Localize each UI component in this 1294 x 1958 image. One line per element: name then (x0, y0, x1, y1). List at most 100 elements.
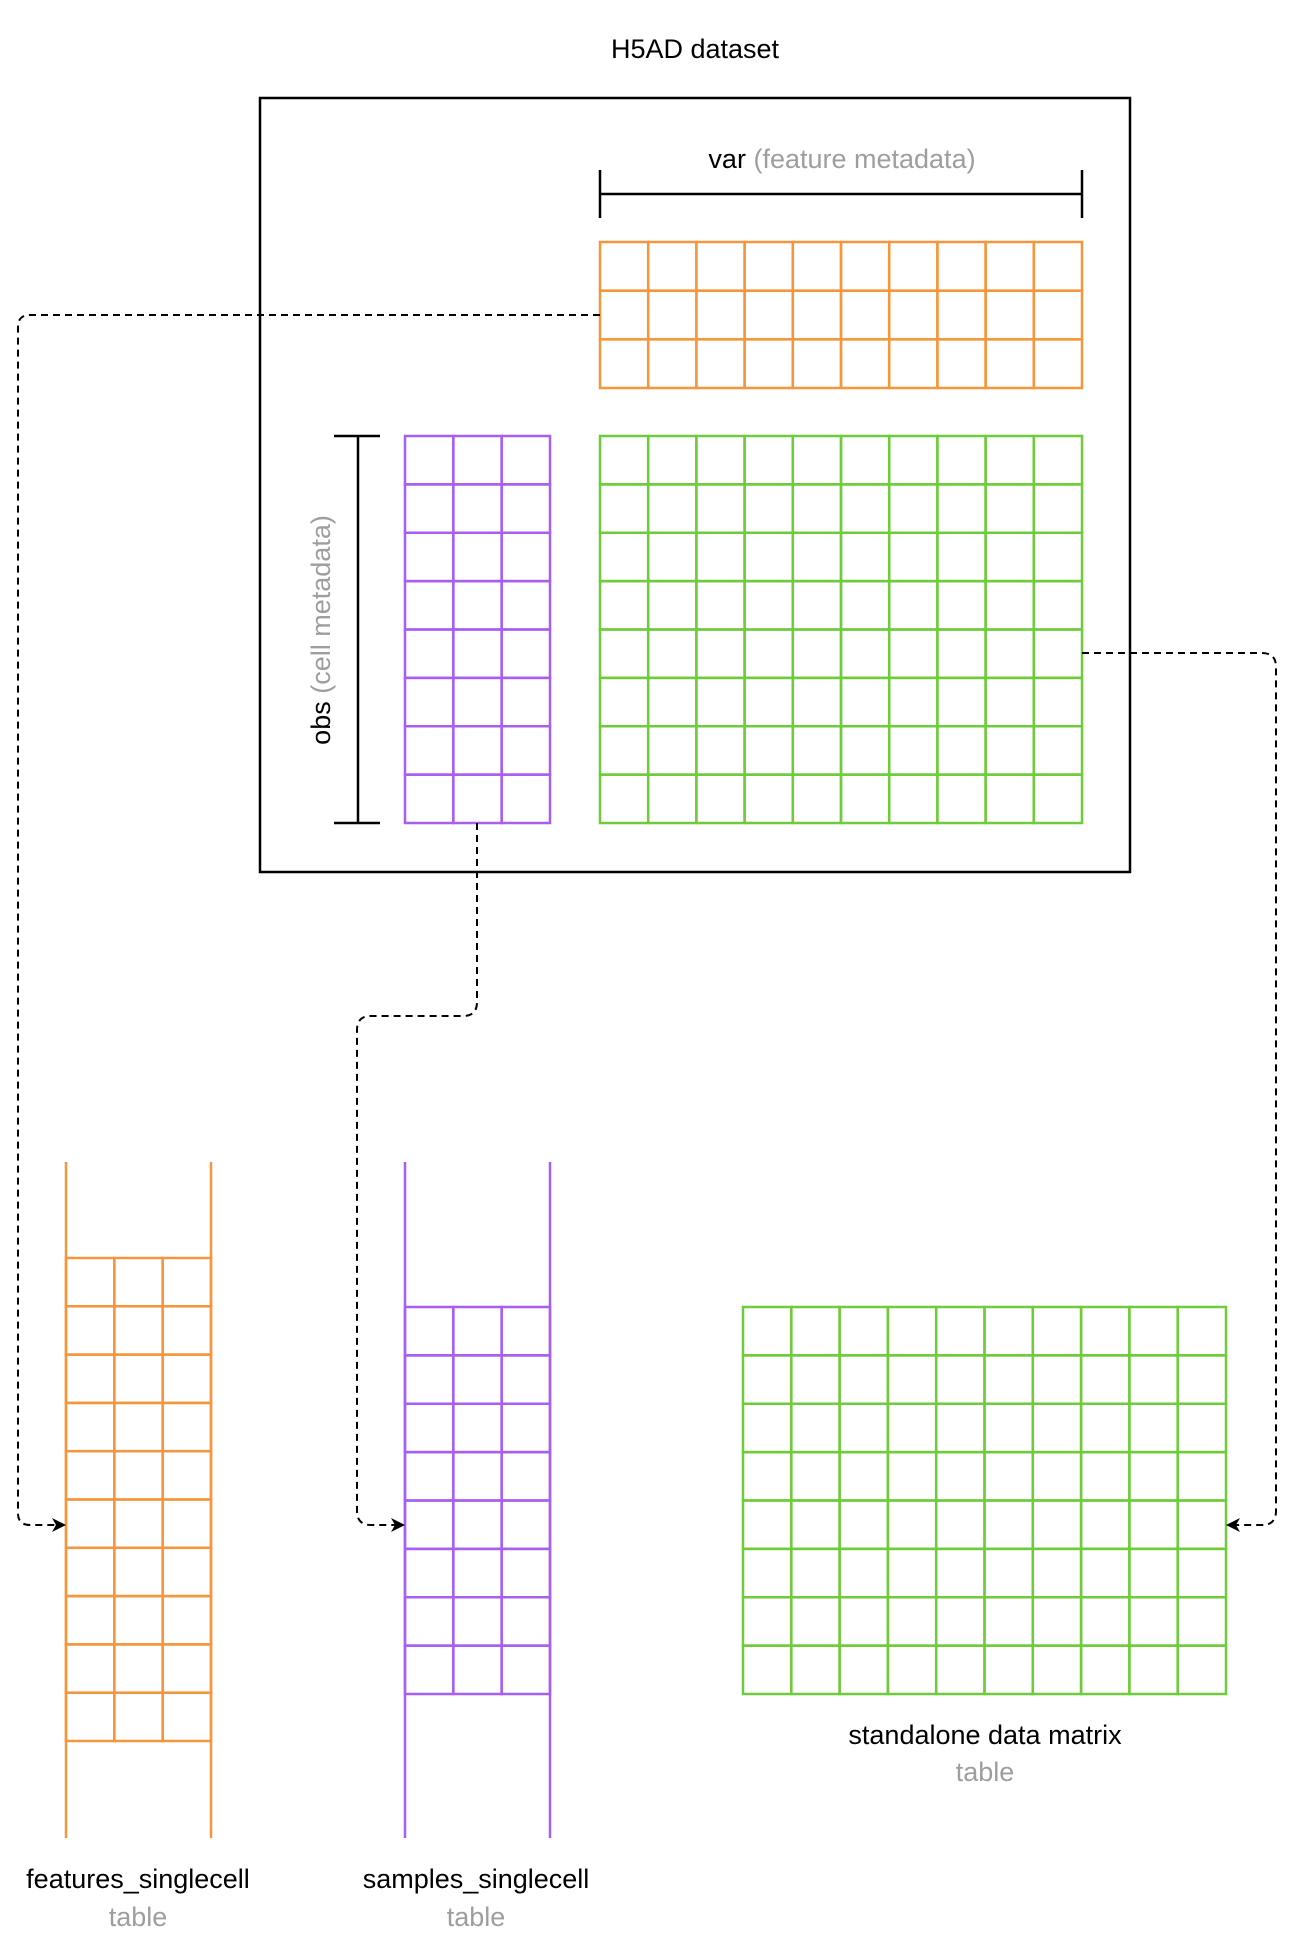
features-grid-cell (113, 1594, 164, 1646)
x-matrix-grid-cell (984, 676, 1036, 728)
matrix-grid-cell (838, 1354, 890, 1406)
var-grid-cell (743, 338, 795, 390)
x-matrix-grid-cell (695, 434, 746, 486)
matrix-grid-cell (790, 1499, 841, 1551)
x-matrix-grid-cell (1032, 676, 1084, 728)
x-matrix-grid-cell (598, 483, 650, 535)
matrix-grid-cell (1079, 1305, 1131, 1357)
x-matrix-grid-cell (598, 725, 650, 776)
features-grid-cell (64, 1594, 116, 1646)
obs-grid-cell (403, 676, 455, 728)
x-matrix-grid-cell (887, 676, 939, 728)
x-matrix-grid-cell (695, 531, 746, 583)
matrix-grid-cell (838, 1547, 890, 1599)
x-matrix-grid-cell (695, 725, 746, 776)
x-matrix-grid-cell (936, 483, 987, 535)
matrix-grid-cell (790, 1305, 841, 1357)
x-matrix-grid-cell (743, 676, 795, 728)
matrix-grid-cell (790, 1354, 841, 1406)
x-matrix-grid-cell (791, 434, 843, 486)
obs-grid-cell (500, 725, 552, 776)
x-matrix-grid-cell (598, 628, 650, 680)
x-matrix-grid-cell (887, 628, 939, 680)
var-grid-cell (791, 289, 843, 341)
var-grid-cell (984, 338, 1036, 390)
x-matrix-grid-cell (743, 725, 795, 776)
obs-grid-cell (500, 531, 552, 583)
matrix-grid-cell (741, 1305, 793, 1357)
features-grid-cell (161, 1256, 213, 1308)
var-grid-cell (839, 289, 891, 341)
x-matrix-grid-cell (646, 725, 698, 776)
features-grid (64, 1256, 213, 1743)
features-grid-cell (64, 1546, 116, 1598)
matrix-grid-cell (886, 1402, 938, 1454)
x-matrix-grid-cell (839, 531, 891, 583)
matrix-grid-cell (741, 1644, 793, 1696)
var-grid-cell (743, 240, 795, 292)
x-matrix-grid-cell (791, 483, 843, 535)
matrix-grid-cell (790, 1644, 841, 1696)
obs-grid-cell (403, 628, 455, 680)
matrix-grid-cell (1128, 1354, 1179, 1406)
obs-to-samples-connector (356, 823, 478, 1532)
obs-grid-cell (452, 773, 503, 825)
var-grid-cell (743, 289, 795, 341)
var-grid-cell (887, 338, 939, 390)
samples-grid-cell (452, 1644, 503, 1696)
matrix-grid-cell (1176, 1547, 1228, 1599)
features-table-name: features_singlecell (26, 1864, 250, 1894)
x-matrix-grid-cell (695, 676, 746, 728)
x-matrix-grid-cell (598, 676, 650, 728)
x-matrix-grid-cell (646, 531, 698, 583)
matrix-grid-cell (790, 1450, 841, 1502)
obs-grid-cell (452, 676, 503, 728)
x-to-matrix-connector (1082, 652, 1277, 1532)
x-matrix-grid-cell (839, 725, 891, 776)
x-matrix-grid-cell (984, 434, 1036, 486)
var-grid-cell (646, 240, 698, 292)
x-matrix-grid-cell (695, 773, 746, 825)
features-grid-cell (113, 1449, 164, 1501)
samples-table-name: samples_singlecell (363, 1864, 590, 1894)
matrix-grid-cell (741, 1596, 793, 1647)
matrix-grid-cell (934, 1402, 986, 1454)
obs-grid (403, 434, 552, 825)
x-matrix-grid-cell (936, 628, 987, 680)
matrix-grid-cell (1176, 1644, 1228, 1696)
obs-grid-cell (500, 676, 552, 728)
x-matrix-grid-cell (646, 579, 698, 631)
matrix-grid-cell (1079, 1596, 1131, 1647)
obs-grid-cell (452, 579, 503, 631)
x-matrix-grid-cell (1032, 483, 1084, 535)
obs-grid-cell (500, 483, 552, 535)
features-grid-cell (64, 1401, 116, 1453)
var-grid-cell (695, 338, 746, 390)
x-matrix-grid-cell (984, 531, 1036, 583)
obs-grid-cell (403, 773, 455, 825)
x-matrix-grid-cell (984, 628, 1036, 680)
matrix-grid-cell (1031, 1547, 1083, 1599)
x-matrix-grid-cell (743, 628, 795, 680)
matrix-grid-cell (1176, 1354, 1228, 1406)
matrix-grid-cell (1176, 1596, 1228, 1647)
samples-grid-cell (500, 1547, 552, 1599)
samples-grid-cell (500, 1596, 552, 1647)
matrix-grid (741, 1305, 1228, 1696)
obs-grid-cell (452, 531, 503, 583)
var-label-note: (feature metadata) (753, 144, 975, 174)
x-matrix-grid-cell (839, 483, 891, 535)
matrix-grid-cell (790, 1596, 841, 1647)
features-grid-cell (161, 1594, 213, 1646)
x-matrix-grid-cell (936, 676, 987, 728)
matrix-grid-cell (838, 1305, 890, 1357)
x-matrix-grid-cell (984, 773, 1036, 825)
x-matrix-grid-cell (743, 531, 795, 583)
x-matrix-grid-cell (936, 579, 987, 631)
x-matrix-grid-cell (598, 579, 650, 631)
matrix-grid-cell (983, 1596, 1035, 1647)
matrix-grid-cell (983, 1644, 1035, 1696)
matrix-grid-cell (838, 1644, 890, 1696)
x-matrix-grid-cell (887, 725, 939, 776)
x-matrix-grid-cell (1032, 434, 1084, 486)
